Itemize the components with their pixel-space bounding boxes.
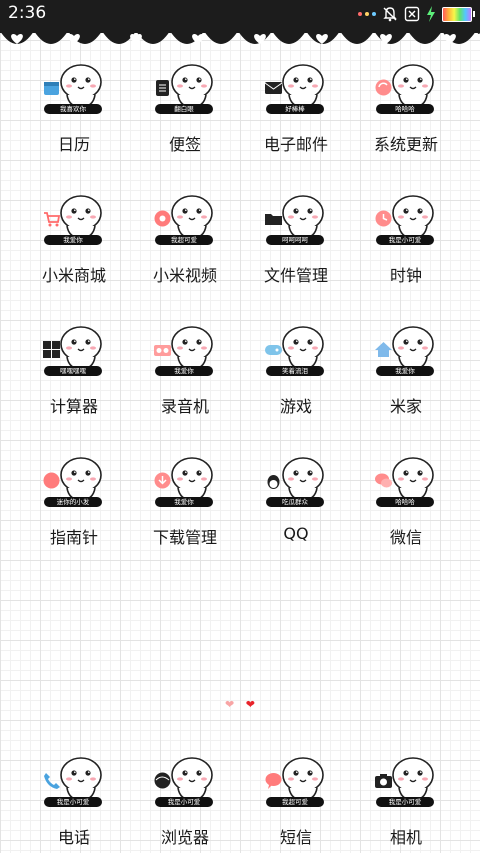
- app-tag: 我喜欢你: [44, 104, 102, 114]
- app-tag: 我是小可爱: [155, 797, 213, 807]
- app-label: 指南针: [49, 528, 98, 547]
- app-phone[interactable]: 我是小可爱 电话: [14, 748, 134, 853]
- app-label: 电话: [57, 828, 90, 847]
- app-tag: 呵呵呵呵: [266, 235, 324, 245]
- app-mail[interactable]: 好棒棒 电子邮件: [236, 55, 356, 175]
- camera-icon: [374, 771, 393, 790]
- page-dot-inactive[interactable]: ❤: [225, 698, 234, 711]
- app-tag: 笑着流泪: [266, 366, 324, 376]
- calculator-icon: [42, 340, 61, 359]
- page-indicator[interactable]: ❤ ❤: [0, 698, 480, 711]
- app-tag: 哈哈哈: [376, 104, 434, 114]
- app-qq-penguin[interactable]: 吃瓜群众 QQ: [236, 448, 356, 568]
- folder-icon: [264, 209, 283, 228]
- close-box-icon: [404, 6, 420, 22]
- browser-icon: [153, 771, 172, 790]
- app-label: 游戏: [279, 397, 312, 416]
- app-video[interactable]: 我超可爱 小米视频: [125, 186, 245, 306]
- status-icons: [358, 5, 475, 23]
- home-icon: [374, 340, 393, 359]
- app-tag: 翻白眼: [155, 104, 213, 114]
- app-label: QQ: [283, 524, 309, 543]
- app-folder[interactable]: 呵呵呵呵 文件管理: [236, 186, 356, 306]
- app-tag: 哈哈哈: [376, 497, 434, 507]
- app-tag: 我爱你: [155, 497, 213, 507]
- cart-icon: [42, 209, 61, 228]
- app-label: 计算器: [49, 397, 98, 416]
- app-update[interactable]: 哈哈哈 系统更新: [346, 55, 466, 175]
- app-home[interactable]: 我爱你 米家: [346, 317, 466, 437]
- app-tag: 我是小可爱: [376, 235, 434, 245]
- app-download[interactable]: 我爱你 下载管理: [125, 448, 245, 568]
- app-label: 便签: [168, 135, 201, 154]
- wechat-icon: [374, 471, 393, 490]
- page-dot-active[interactable]: ❤: [246, 698, 255, 711]
- app-tag: 我超可爱: [155, 235, 213, 245]
- compass-icon: [42, 471, 61, 490]
- app-tag: 好棒棒: [266, 104, 324, 114]
- app-recorder[interactable]: 我爱你 录音机: [125, 317, 245, 437]
- status-time: 2:36: [8, 3, 47, 23]
- clock-icon: [374, 209, 393, 228]
- app-label: 系统更新: [373, 135, 438, 154]
- app-browser[interactable]: 我是小可爱 浏览器: [125, 748, 245, 853]
- app-label: 文件管理: [263, 266, 328, 285]
- app-notes[interactable]: 翻白眼 便签: [125, 55, 245, 175]
- phone-icon: [42, 771, 61, 790]
- app-tag: 我是小可爱: [44, 797, 102, 807]
- lace-border: [0, 27, 480, 44]
- app-tag: 我是小可爱: [376, 797, 434, 807]
- status-bar: 2:36: [0, 0, 480, 28]
- app-tag: 我爱你: [155, 366, 213, 376]
- app-calendar[interactable]: 我喜欢你 日历: [14, 55, 134, 175]
- app-label: 短信: [279, 828, 312, 847]
- app-label: 时钟: [389, 266, 422, 285]
- app-clock[interactable]: 我是小可爱 时钟: [346, 186, 466, 306]
- app-tag: 我爱你: [44, 235, 102, 245]
- notes-icon: [153, 78, 172, 97]
- app-calculator[interactable]: 嘿嘿嘿嘿 计算器: [14, 317, 134, 437]
- battery-icon: [442, 6, 475, 22]
- app-label: 日历: [57, 135, 90, 154]
- app-label: 微信: [389, 528, 422, 547]
- notification-dots-icon: [358, 12, 376, 16]
- app-tag: 我爱你: [376, 366, 434, 376]
- app-label: 相机: [389, 828, 422, 847]
- app-label: 录音机: [160, 397, 209, 416]
- app-label: 浏览器: [160, 828, 209, 847]
- gamepad-icon: [264, 340, 283, 359]
- qq-penguin-icon: [264, 471, 283, 490]
- app-camera[interactable]: 我是小可爱 相机: [346, 748, 466, 853]
- app-tag: 我超可爱: [266, 797, 324, 807]
- app-label: 米家: [389, 397, 422, 416]
- app-tag: 吃瓜群众: [266, 497, 324, 507]
- update-icon: [374, 78, 393, 97]
- charging-bolt-icon: [427, 6, 435, 22]
- app-label: 下载管理: [152, 528, 217, 547]
- app-message[interactable]: 我超可爱 短信: [236, 748, 356, 853]
- app-cart[interactable]: 我爱你 小米商城: [14, 186, 134, 306]
- app-tag: 迷你的小发: [44, 497, 102, 507]
- message-icon: [264, 771, 283, 790]
- app-wechat[interactable]: 哈哈哈 微信: [346, 448, 466, 568]
- app-label: 电子邮件: [263, 135, 328, 154]
- calendar-icon: [42, 78, 61, 97]
- mail-icon: [264, 78, 283, 97]
- app-label: 小米视频: [152, 266, 217, 285]
- app-label: 小米商城: [41, 266, 106, 285]
- download-icon: [153, 471, 172, 490]
- app-tag: 嘿嘿嘿嘿: [44, 366, 102, 376]
- video-icon: [153, 209, 172, 228]
- recorder-icon: [153, 340, 172, 359]
- bell-off-icon: [383, 7, 397, 22]
- app-gamepad[interactable]: 笑着流泪 游戏: [236, 317, 356, 437]
- app-compass[interactable]: 迷你的小发 指南针: [14, 448, 134, 568]
